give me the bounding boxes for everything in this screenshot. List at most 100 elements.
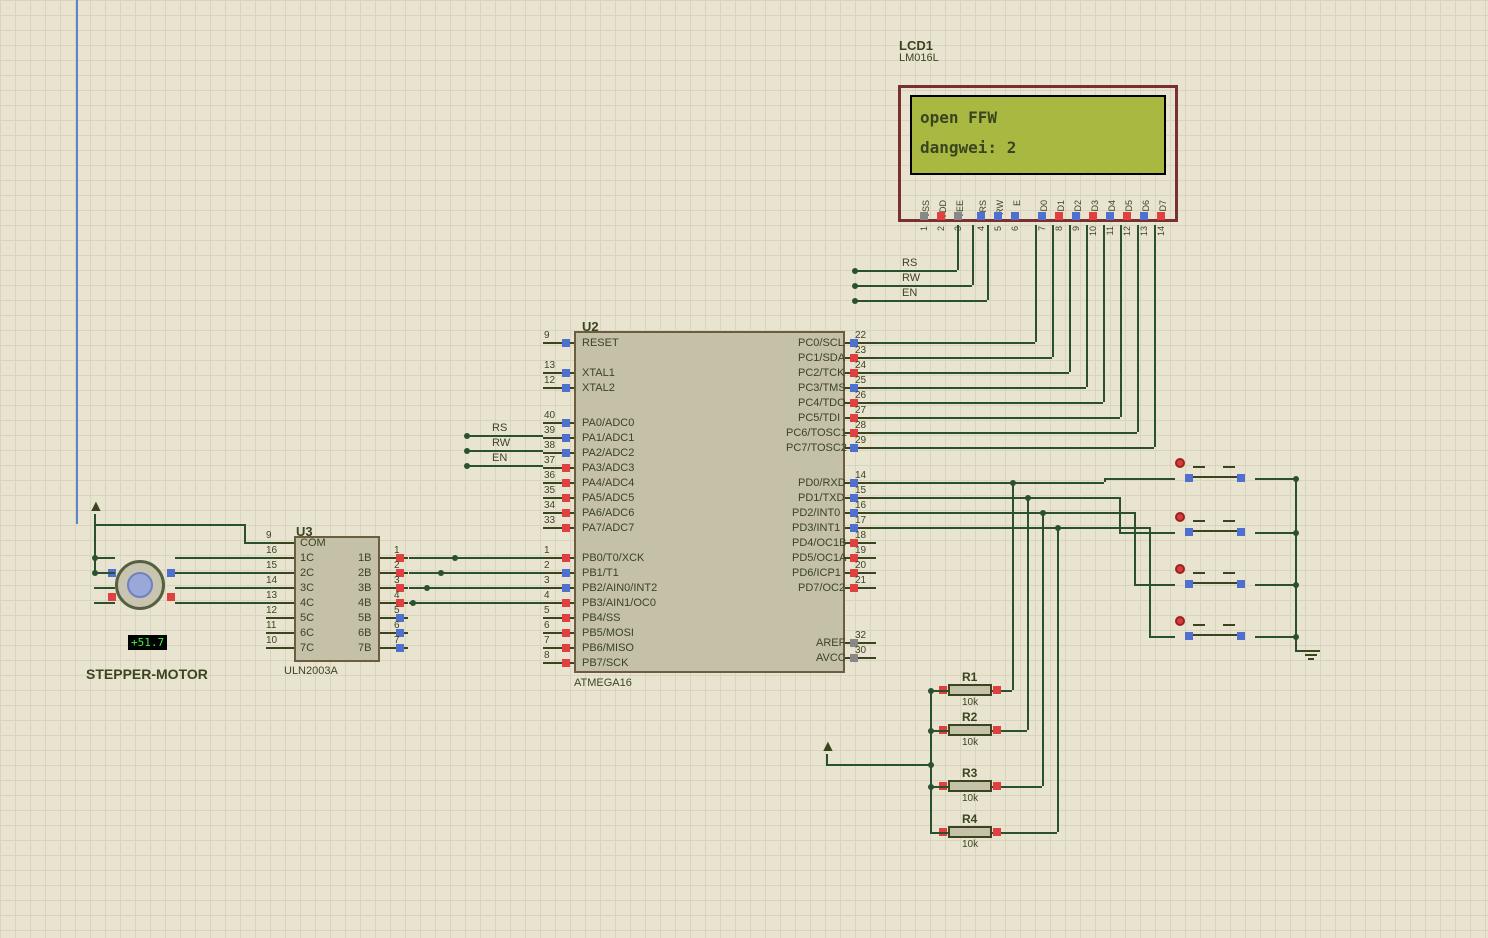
push-button[interactable] (1175, 466, 1255, 490)
wire (930, 832, 948, 834)
mcu-pin-name: PD0/RXD (798, 477, 840, 489)
mcu-pin-state (562, 509, 570, 517)
wire (1035, 225, 1037, 342)
mcu-pin-name: PC1/SDA (798, 352, 840, 364)
mcu-pin-name: PA4/ADC4 (582, 477, 634, 489)
drv-pin-name: COM (300, 537, 326, 549)
mcu-pin-num: 7 (544, 635, 550, 646)
wire (876, 527, 1149, 529)
mcu-pin-name: AREF (816, 637, 840, 649)
lcd-pin-num: 10 (1088, 226, 1098, 236)
res-ref: R3 (962, 766, 977, 780)
wire (876, 357, 1052, 359)
junction (928, 688, 934, 694)
junction (928, 762, 934, 768)
mcu-pin-state (562, 464, 570, 472)
lcd-pin-state (1072, 212, 1080, 220)
junction (1040, 510, 1046, 516)
drv-pin-num: 9 (266, 530, 272, 541)
wire (409, 602, 543, 604)
lcd-pin-num: 11 (1105, 226, 1115, 235)
wire (876, 497, 1119, 499)
mcu-pin-state (562, 494, 570, 502)
res-value: 10k (962, 737, 978, 748)
wire (94, 524, 244, 526)
res-pin (993, 726, 1001, 734)
lcd-pin-label: D1 (1056, 200, 1066, 212)
wire (409, 572, 543, 574)
resistor[interactable] (948, 826, 992, 838)
mcu-pin-name: PA0/ADC0 (582, 417, 634, 429)
drv-pin-num: 15 (266, 560, 277, 571)
lcd-pin-label: E (1012, 200, 1022, 206)
wire (876, 447, 1154, 449)
net-en: EN (492, 452, 507, 464)
mcu-pin-name: PB2/AIN0/INT2 (582, 582, 657, 594)
lcd-pin-num: 12 (1122, 226, 1132, 236)
drv-pin-name: 7C (300, 642, 314, 654)
wire (1255, 584, 1295, 586)
wire (876, 387, 1086, 389)
mcu-pin-state (562, 449, 570, 457)
junction (452, 555, 458, 561)
mcu-pin-num: 39 (544, 425, 555, 436)
mcu-pin-state (562, 419, 570, 427)
wire (1120, 225, 1122, 417)
wire (244, 542, 274, 544)
lcd-ref: LCD1 (899, 38, 933, 53)
mcu-pin-num: 2 (544, 560, 550, 571)
junction (438, 570, 444, 576)
lcd-pin-label: D7 (1158, 200, 1168, 212)
mcu-pin-name: AVCC (816, 652, 840, 664)
mcu-pin-state (562, 569, 570, 577)
res-pin (993, 782, 1001, 790)
push-button[interactable] (1175, 624, 1255, 648)
mcu-pin-num: 3 (544, 575, 550, 586)
mcu-pin-name: PA6/ADC6 (582, 507, 634, 519)
wire (1137, 225, 1139, 432)
wire (175, 602, 274, 604)
lcd-line2: dangwei: 2 (920, 138, 1016, 157)
drv-pin-state (396, 644, 404, 652)
lcd-pin-state (1089, 212, 1097, 220)
mcu-pin-num: 6 (544, 620, 550, 631)
mcu-pin-state (850, 444, 858, 452)
junction (1055, 525, 1061, 531)
drv-pin-num: 12 (266, 605, 277, 616)
lcd-line1: open FFW (920, 108, 997, 127)
lcd-pin-num: 9 (1071, 226, 1081, 231)
junction (852, 298, 858, 304)
mcu-pin-state (562, 584, 570, 592)
wire (94, 602, 115, 604)
mcu-pin-num: 33 (544, 515, 555, 526)
motor-label: STEPPER-MOTOR (86, 666, 208, 682)
wire (854, 300, 987, 302)
lcd-pin-state (937, 212, 945, 220)
mcu-pin-name: PD1/TXD (798, 492, 840, 504)
wire (409, 557, 543, 559)
wire (175, 587, 274, 589)
lcd-part: LM016L (899, 52, 939, 64)
mcu-pin-name: XTAL2 (582, 382, 615, 394)
mcu-pin-name: PC0/SCL (798, 337, 840, 349)
wire (876, 432, 1137, 434)
push-button[interactable] (1175, 572, 1255, 596)
junction (928, 784, 934, 790)
drv-pin-name: 3B (358, 582, 371, 594)
mcu-pin-name: XTAL1 (582, 367, 615, 379)
lcd-pin-state (1055, 212, 1063, 220)
mcu-pin-name: PC2/TCK (798, 367, 840, 379)
wire (94, 514, 96, 572)
resistor[interactable] (948, 780, 992, 792)
push-button[interactable] (1175, 520, 1255, 544)
mcu-pin-name: PD3/INT1 (792, 522, 840, 534)
lcd-pin-label: D6 (1141, 200, 1151, 212)
mcu-pin-name: PB0/T0/XCK (582, 552, 644, 564)
junction (410, 600, 416, 606)
resistor[interactable] (948, 724, 992, 736)
resistor[interactable] (948, 684, 992, 696)
mcu-pin-state (562, 524, 570, 532)
stepper-motor[interactable] (115, 560, 165, 610)
mcu-pin-name: PB6/MISO (582, 642, 634, 654)
drv-pin-name: 2B (358, 567, 371, 579)
